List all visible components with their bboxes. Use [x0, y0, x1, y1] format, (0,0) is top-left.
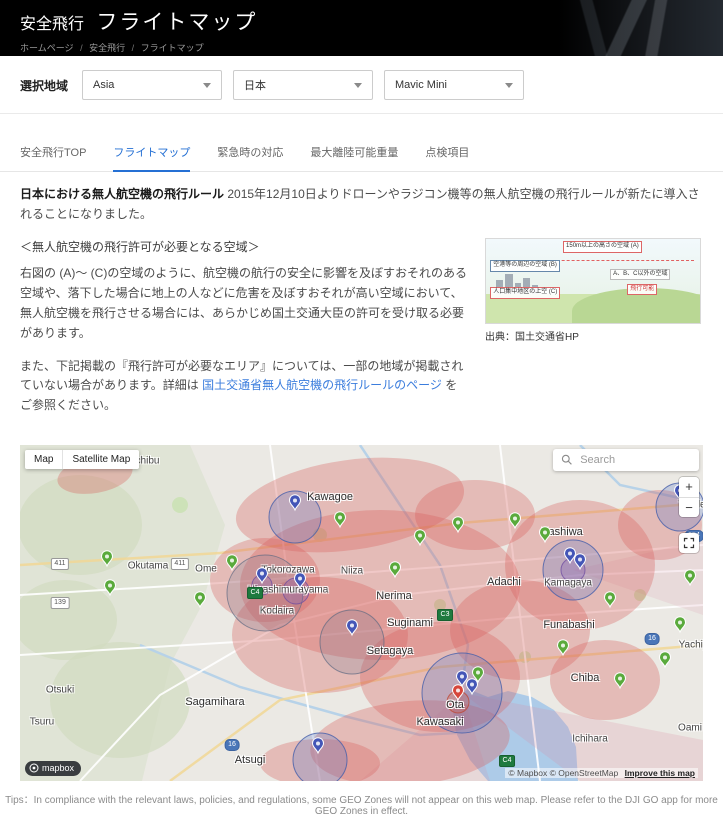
attribution-copyright: © Mapbox © OpenStreetMap — [508, 768, 618, 778]
tabs: 安全飛行TOP フライトマップ緊急時の対応最大離陸可能重量点検項目 — [0, 138, 723, 172]
breadcrumb-home[interactable]: ホームページ — [20, 43, 74, 53]
tab-item[interactable]: 点検項目 — [425, 138, 469, 171]
search-input[interactable] — [578, 453, 691, 467]
figure-label: 飛行可能 — [627, 284, 657, 296]
intro-bold-text: 日本における無人航空機の飛行ルール — [20, 187, 224, 201]
select-value: Asia — [93, 79, 114, 91]
map-base-svg — [20, 445, 703, 781]
chevron-down-icon — [203, 83, 211, 88]
select-value: Mavic Mini — [395, 79, 447, 91]
region-selector-row: 選択地域 Asia 日本 Mavic Mini — [0, 56, 723, 114]
figure-buildings — [496, 239, 556, 323]
map-view-button[interactable]: Map — [25, 450, 63, 469]
select-value: 日本 — [244, 77, 266, 93]
intro-paragraph: 日本における無人航空機の飛行ルール 2015年12月10日よりドローンやラジコン… — [20, 185, 703, 225]
mapbox-logo-icon — [29, 763, 39, 773]
region-select[interactable]: Mavic Mini — [384, 70, 524, 100]
content: 日本における無人航空機の飛行ルール 2015年12月10日よりドローンやラジコン… — [0, 172, 723, 429]
page: 安全飛行 フライトマップ ホームページ / 安全飛行 / フライトマップ 選択地… — [0, 0, 723, 825]
figure-canvas: 150m以上の高さの空域 (A)空港等の周辺の空域 (B) 人口集中地区の上空 (… — [485, 238, 701, 324]
figure-label: A、B、C以外の空域 — [610, 269, 670, 281]
tab-item[interactable]: フライトマップ — [113, 138, 190, 172]
satellite-view-button[interactable]: Satellite Map — [63, 450, 139, 469]
zoom-control: + − — [679, 477, 699, 517]
map-type-toggle: Map Satellite Map — [25, 450, 139, 469]
mapbox-logo-text: mapbox — [42, 763, 74, 773]
airspace-figure: 150m以上の高さの空域 (A)空港等の周辺の空域 (B) 人口集中地区の上空 (… — [485, 238, 703, 429]
map-canvas[interactable]: ChichibuKawagoeTorideKashiwaOkutamaOmeTo… — [20, 445, 703, 781]
figure-caption: 出典：国土交通省HP — [485, 330, 703, 347]
mlit-rules-link[interactable]: 国土交通省無人航空機の飛行ルールのページ — [202, 378, 442, 392]
page-title-main: フライトマップ — [96, 11, 257, 34]
tab-item[interactable]: 安全飛行TOP — [20, 138, 86, 171]
tab-item[interactable]: 緊急時の対応 — [217, 138, 283, 171]
region-select[interactable]: 日本 — [233, 70, 373, 100]
zoom-in-button[interactable]: + — [679, 477, 699, 497]
paragraph-note: また、下記掲載の『飛行許可が必要なエリア』については、一部の地域が掲載されていな… — [20, 357, 467, 416]
fullscreen-icon — [683, 537, 695, 549]
paragraph-airspace: 右図の (A)～ (C)の空域のように、航空機の航行の安全に影響を及ぼすおそれの… — [20, 264, 467, 343]
map-attribution: © Mapbox © OpenStreetMap Improve this ma… — [505, 768, 698, 778]
chevron-down-icon — [354, 83, 362, 88]
header: 安全飛行 フライトマップ ホームページ / 安全飛行 / フライトマップ — [0, 0, 723, 56]
page-title-category: 安全飛行 — [20, 16, 84, 33]
figure-label: 150m以上の高さの空域 (A) — [563, 241, 642, 253]
map-search[interactable] — [553, 449, 699, 471]
region-select[interactable]: Asia — [82, 70, 222, 100]
region-selects: Asia 日本 Mavic Mini — [82, 70, 524, 100]
zoom-out-button[interactable]: − — [679, 497, 699, 517]
page-title: 安全飛行 フライトマップ — [20, 6, 723, 36]
section-title: ＜無人航空機の飛行許可が必要となる空域＞ — [20, 238, 467, 258]
search-icon — [561, 453, 572, 466]
region-label: 選択地域 — [20, 77, 68, 94]
fullscreen-button[interactable] — [679, 533, 699, 553]
tips-footer: Tips：In compliance with the relevant law… — [0, 781, 723, 825]
chevron-down-icon — [505, 83, 513, 88]
improve-map-link[interactable]: Improve this map — [625, 768, 695, 778]
mapbox-logo[interactable]: mapbox — [25, 761, 81, 776]
breadcrumb-separator: / — [80, 43, 83, 53]
figure-label: 人口集中地区の上空 (C) — [490, 287, 560, 299]
breadcrumb-separator: / — [132, 43, 135, 53]
breadcrumb-current: フライトマップ — [141, 43, 204, 53]
tab-item[interactable]: 最大離陸可能重量 — [310, 138, 398, 171]
breadcrumb: ホームページ / 安全飛行 / フライトマップ — [20, 41, 723, 54]
breadcrumb-safety[interactable]: 安全飛行 — [89, 43, 125, 53]
figure-label: 空港等の周辺の空域 (B) — [490, 260, 560, 272]
